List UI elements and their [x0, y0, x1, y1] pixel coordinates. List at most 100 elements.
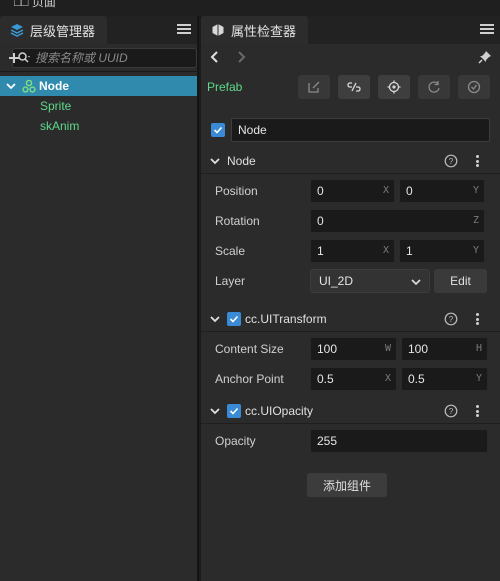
anchor-point-row: Anchor Point 0.5 X 0.5 Y	[201, 364, 500, 394]
scale-x-value: 1	[317, 244, 324, 258]
node-section-title: Node	[227, 153, 256, 168]
rotation-z-value: 0	[317, 214, 324, 228]
more-icon[interactable]	[474, 311, 480, 327]
help-icon[interactable]: ?	[444, 404, 458, 418]
more-icon[interactable]	[474, 153, 480, 169]
position-x-value: 0	[317, 184, 324, 198]
anchor-x-field[interactable]: 0.5 X	[310, 367, 397, 391]
hierarchy-tree: Node Sprite skAnim	[0, 72, 197, 136]
pin-icon[interactable]	[478, 50, 492, 64]
node-name-row	[201, 114, 500, 146]
apply-prefab-button[interactable]	[458, 75, 490, 99]
scale-y-field[interactable]: 1 Y	[399, 239, 485, 263]
content-size-w-value: 100	[317, 342, 338, 356]
opacity-value: 255	[317, 434, 338, 448]
tree-node-skanim[interactable]: skAnim	[0, 116, 197, 136]
layer-label: Layer	[215, 274, 246, 288]
position-x-field[interactable]: 0 X	[310, 179, 395, 203]
more-icon[interactable]	[474, 403, 480, 419]
position-y-field[interactable]: 0 Y	[399, 179, 485, 203]
axis-label: X	[382, 185, 389, 196]
chevron-down-icon[interactable]	[4, 79, 18, 93]
tree-node-label: Sprite	[40, 99, 72, 113]
inspector-menu-icon[interactable]	[480, 22, 494, 36]
help-icon[interactable]: ?	[444, 312, 458, 326]
check-icon	[229, 407, 239, 415]
position-label: Position	[215, 184, 258, 198]
axis-label: X	[384, 373, 391, 384]
prefab-row: Prefab	[201, 70, 500, 104]
top-strip: □□ 页面	[0, 0, 500, 16]
unlink-prefab-button[interactable]	[338, 75, 370, 99]
uiopacity-section-header[interactable]: cc.UIOpacity ?	[201, 398, 500, 424]
help-icon[interactable]: ?	[444, 154, 458, 168]
search-input[interactable]	[35, 50, 192, 65]
tree-node-root[interactable]: Node	[0, 76, 197, 96]
hierarchy-panel: 层级管理器 N	[0, 16, 199, 581]
back-arrow-icon[interactable]	[209, 50, 221, 64]
svg-text:?: ?	[449, 407, 454, 416]
revert-prefab-button[interactable]	[418, 75, 450, 99]
add-component-button[interactable]: 添加组件	[307, 473, 387, 497]
content-size-h-field[interactable]: 100 H	[401, 337, 488, 361]
chevron-down-icon	[411, 279, 421, 286]
forward-arrow-icon[interactable]	[235, 50, 247, 64]
scale-x-field[interactable]: 1 X	[310, 239, 395, 263]
layers-icon	[10, 24, 24, 37]
layer-value: UI_2D	[319, 274, 354, 288]
axis-label: W	[384, 343, 391, 354]
hierarchy-menu-icon[interactable]	[177, 22, 191, 36]
anchor-x-value: 0.5	[317, 372, 334, 386]
chevron-down-icon[interactable]	[209, 313, 221, 325]
rotation-z-field[interactable]: 0 Z	[310, 209, 485, 233]
add-component-label: 添加组件	[322, 478, 371, 493]
layer-edit-label: Edit	[450, 274, 471, 288]
uitransform-enabled-checkbox[interactable]	[227, 311, 241, 326]
inspector-icon	[212, 24, 224, 36]
anchor-y-field[interactable]: 0.5 Y	[401, 367, 488, 391]
hierarchy-search[interactable]	[12, 47, 197, 68]
hierarchy-toolbar	[0, 44, 197, 72]
inspector-panel: 属性检查器 Prefab Node Node ? Position 0 X 0 …	[201, 16, 500, 581]
locate-icon	[387, 80, 401, 94]
search-icon	[18, 51, 30, 63]
apply-icon	[467, 80, 481, 94]
hierarchy-tab-label: 层级管理器	[30, 23, 96, 39]
node-active-checkbox[interactable]	[211, 123, 225, 137]
rotation-label: Rotation	[215, 214, 260, 228]
unlink-icon	[347, 82, 361, 92]
hierarchy-tab[interactable]: 层级管理器	[0, 16, 108, 44]
hierarchy-tab-row: 层级管理器	[0, 16, 197, 44]
scale-y-value: 1	[406, 244, 413, 258]
axis-label: Y	[475, 373, 482, 384]
opacity-row: Opacity 255	[201, 426, 500, 456]
edit-prefab-icon	[308, 81, 320, 93]
tree-node-sprite[interactable]: Sprite	[0, 96, 197, 116]
layer-select[interactable]: UI_2D	[310, 269, 430, 293]
inspector-nav	[201, 44, 500, 70]
uitransform-section-header[interactable]: cc.UITransform ?	[201, 306, 500, 332]
node-name-field[interactable]	[231, 118, 490, 142]
content-size-w-field[interactable]: 100 W	[310, 337, 397, 361]
check-icon	[213, 126, 223, 134]
prefab-label: Prefab	[207, 80, 243, 94]
inspector-tab-label: 属性检查器	[231, 23, 297, 39]
add-component-area: 添加组件	[201, 456, 500, 497]
chevron-down-icon[interactable]	[209, 405, 221, 417]
opacity-field[interactable]: 255	[310, 429, 488, 453]
uiopacity-section-title: cc.UIOpacity	[245, 403, 314, 418]
content-size-h-value: 100	[408, 342, 429, 356]
chevron-down-icon[interactable]	[209, 155, 221, 167]
edit-prefab-button[interactable]	[298, 75, 330, 99]
locate-prefab-button[interactable]	[378, 75, 410, 99]
uiopacity-enabled-checkbox[interactable]	[227, 403, 241, 418]
rotation-row: Rotation 0 Z	[201, 206, 500, 236]
scale-row: Scale 1 X 1 Y	[201, 236, 500, 266]
layer-edit-button[interactable]: Edit	[434, 269, 487, 293]
node-section-header[interactable]: Node ?	[201, 148, 500, 174]
position-y-value: 0	[406, 184, 413, 198]
inspector-tab[interactable]: 属性检查器	[201, 16, 309, 44]
anchor-y-value: 0.5	[408, 372, 425, 386]
node-icon	[22, 79, 36, 93]
prefab-buttons	[298, 75, 490, 99]
